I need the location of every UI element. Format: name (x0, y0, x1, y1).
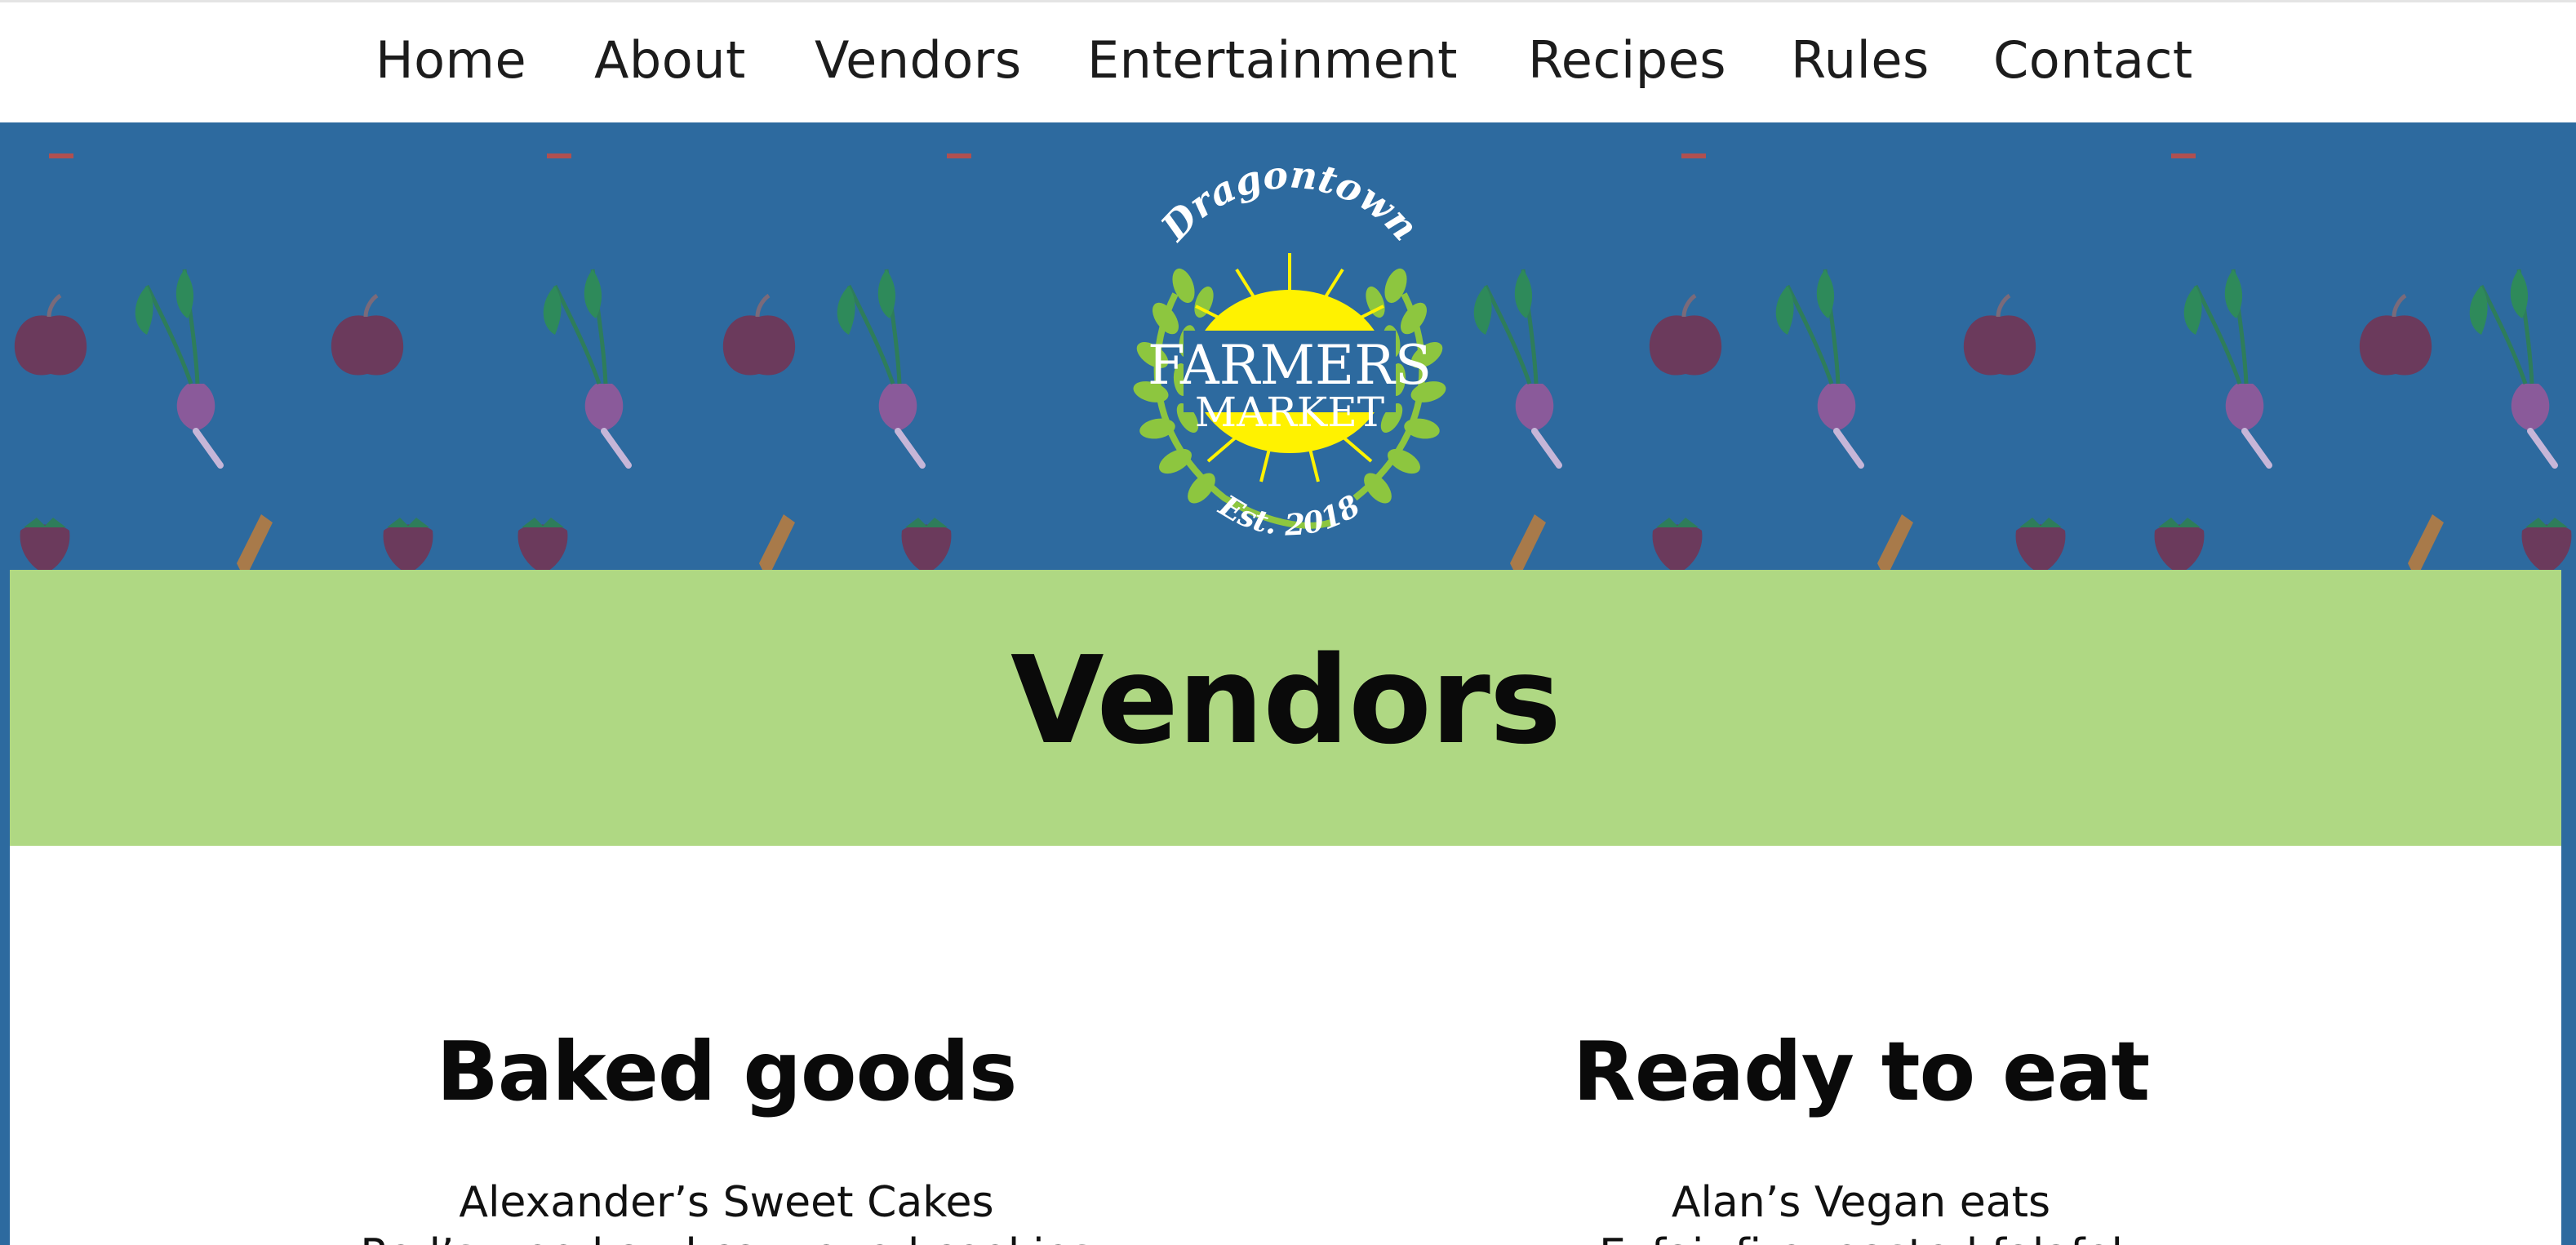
nav-link-contact[interactable]: Contact (1993, 27, 2193, 94)
nav-link-vendors[interactable]: Vendors (815, 27, 1022, 94)
logo-farmers-text: FARMERS (1148, 334, 1432, 397)
vendor-item[interactable]: Alexander’s Sweet Cakes (155, 1176, 1298, 1229)
title-band: Vendors (10, 570, 2561, 846)
vendor-list: Alexander’s Sweet Cakes Rod’s wood and c… (155, 1176, 1298, 1245)
logo-market-text: MARKET (1195, 389, 1384, 436)
category-heading: Baked goods (436, 1024, 1018, 1119)
vendor-category-ready-to-eat: Ready to eat Alan’s Vegan eats Exfair fi… (1290, 1023, 2432, 1245)
nav-link-home[interactable]: Home (375, 27, 526, 94)
vendor-list: Alan’s Vegan eats Exfair fire roasted fa… (1290, 1176, 2432, 1245)
vendor-item[interactable]: Rod’s wood and cannoned cookies (155, 1229, 1298, 1245)
vendor-item[interactable]: Alan’s Vegan eats (1290, 1176, 2432, 1229)
page-title: Vendors (1010, 630, 1561, 771)
nav-link-rules[interactable]: Rules (1791, 27, 1930, 94)
logo-arc-bottom-text: Est. 2018 (1212, 488, 1366, 543)
vendor-category-baked-goods: Baked goods Alexander’s Sweet Cakes Rod’… (155, 1023, 1298, 1245)
nav-link-recipes[interactable]: Recipes (1528, 27, 1726, 94)
farmers-market-logo[interactable]: Dragontown FARMERS MARKET Est. 2018 (1061, 155, 1518, 571)
nav-link-entertainment[interactable]: Entertainment (1087, 27, 1458, 94)
vendor-item[interactable]: Exfair fire roasted falafel (1290, 1229, 2432, 1245)
nav-link-about[interactable]: About (594, 27, 746, 94)
category-heading: Ready to eat (1572, 1024, 2150, 1119)
top-navigation: Home About Vendors Entertainment Recipes… (0, 0, 2576, 122)
logo-arc-top-text: Dragontown (1152, 155, 1428, 250)
page: Home About Vendors Entertainment Recipes… (0, 0, 2576, 1245)
hero-banner: Dragontown FARMERS MARKET Est. 2018 (0, 122, 2576, 571)
main-content: Vendors Baked goods Alexander’s Sweet Ca… (10, 570, 2561, 1245)
